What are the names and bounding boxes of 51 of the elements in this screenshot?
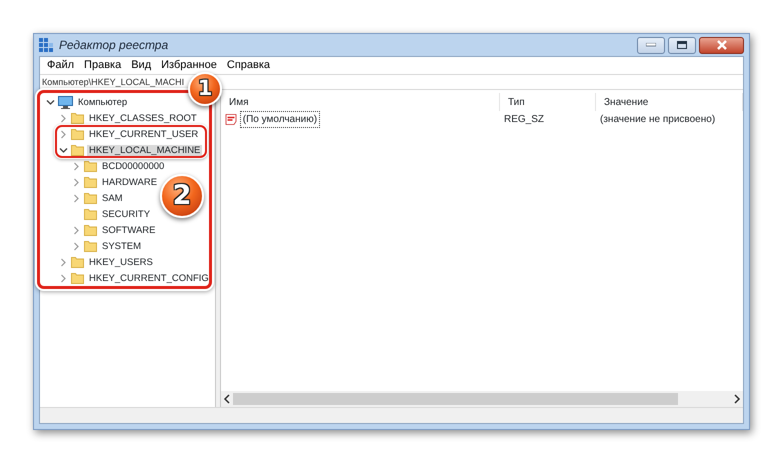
folder-icon <box>71 256 84 268</box>
tree-item[interactable]: SOFTWARE <box>100 224 158 236</box>
tree-item[interactable]: SAM <box>100 192 125 204</box>
minimize-icon <box>646 43 656 47</box>
folder-icon <box>71 112 84 124</box>
chevron-icon[interactable] <box>46 98 55 106</box>
chevron-icon[interactable] <box>59 146 68 154</box>
folder-icon <box>84 240 97 252</box>
menu-item[interactable]: Файл <box>42 59 80 72</box>
registry-icon <box>39 38 53 52</box>
value-name[interactable]: (По умолчанию) <box>240 110 320 128</box>
tree-item[interactable]: SYSTEM <box>100 240 144 252</box>
folder-icon <box>84 224 97 236</box>
column-header[interactable]: Значение <box>604 94 648 110</box>
tree-item[interactable]: HKEY_CURRENT_USER <box>87 128 200 140</box>
scrollbar-thumb[interactable] <box>233 393 678 405</box>
column-header[interactable]: Тип <box>508 94 525 110</box>
tree-item[interactable]: SECURITY <box>100 208 152 220</box>
folder-icon <box>84 176 97 188</box>
tree-item[interactable]: HARDWARE <box>100 176 160 188</box>
menu-item[interactable]: Справка <box>222 59 276 72</box>
scroll-right-icon[interactable] <box>733 394 741 404</box>
folder-icon <box>71 144 84 156</box>
value-data: (значение не присвоено) <box>599 112 716 126</box>
tree-item[interactable]: BCD00000000 <box>100 160 166 172</box>
menu-item[interactable]: Правка <box>79 59 126 72</box>
tree-item[interactable]: HKEY_CLASSES_ROOT <box>87 112 199 124</box>
folder-icon <box>84 192 97 204</box>
menu-item[interactable]: Вид <box>126 59 156 72</box>
folder-icon <box>71 128 84 140</box>
horizontal-scrollbar[interactable] <box>221 391 743 407</box>
folder-icon <box>84 208 97 220</box>
close-icon <box>716 40 728 50</box>
scroll-left-icon[interactable] <box>223 394 231 404</box>
value-type: REG_SZ <box>503 112 546 126</box>
tree-item[interactable]: HKEY_USERS <box>87 256 155 268</box>
folder-icon <box>71 272 84 284</box>
tree-item[interactable]: Компьютер <box>76 96 130 108</box>
close-button[interactable] <box>699 36 744 54</box>
tree-item[interactable]: HKEY_CURRENT_CONFIG <box>87 272 211 284</box>
minimize-button[interactable] <box>637 36 665 54</box>
folder-icon <box>84 160 97 172</box>
menu-item[interactable]: Избранное <box>156 59 222 72</box>
computer-icon <box>58 96 73 108</box>
address-bar[interactable]: Компьютер\HKEY_LOCAL_MACHI <box>42 76 184 88</box>
tree-item[interactable]: HKEY_LOCAL_MACHINE <box>87 144 202 156</box>
column-header[interactable]: Имя <box>229 94 248 110</box>
window-title: Редактор реестра <box>59 37 168 54</box>
maximize-button[interactable] <box>668 36 696 54</box>
maximize-icon <box>677 41 687 49</box>
string-value-icon <box>225 114 237 124</box>
